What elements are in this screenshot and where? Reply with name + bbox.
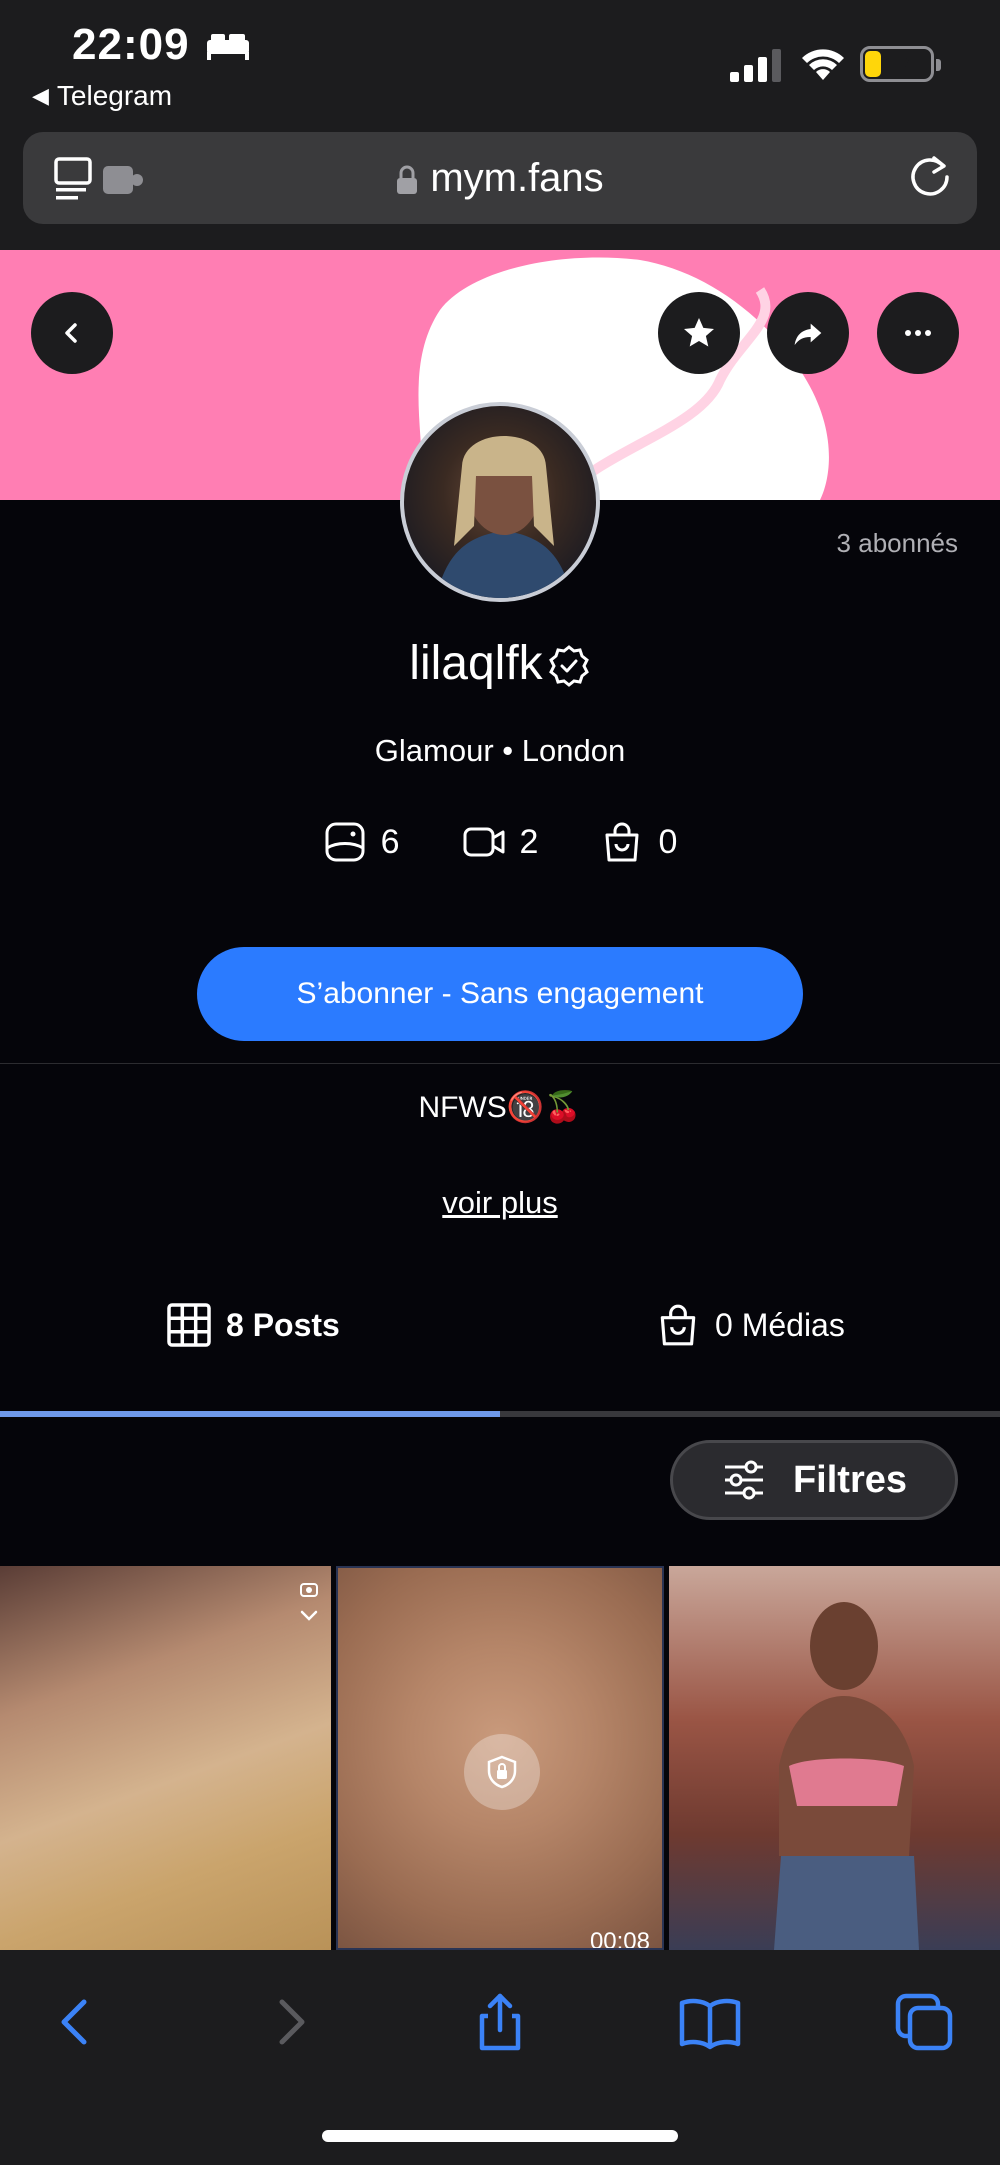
back-triangle-icon: ◀ [32, 83, 49, 108]
tab-active-indicator [0, 1411, 500, 1417]
content-stats: 6 2 0 [0, 820, 1000, 864]
chevron-down-icon [300, 1610, 318, 1621]
filters-label: Filtres [792, 1458, 908, 1501]
lock-icon [397, 165, 418, 195]
more-dots-icon [905, 330, 931, 336]
locked-content-badge [464, 1734, 540, 1810]
subscriber-count: 3 abonnés [836, 528, 958, 558]
chevron-left-icon [65, 323, 77, 343]
posts-grid: 00:08 [0, 1566, 1000, 1950]
filters-button[interactable]: Filtres [670, 1440, 958, 1520]
reload-icon[interactable] [907, 154, 953, 200]
avatar[interactable] [400, 402, 600, 602]
gallery-icon [300, 1583, 318, 1597]
username-text: lilaqlfk [409, 637, 543, 690]
see-more-link[interactable]: voir plus [0, 1185, 1000, 1221]
cellular-signal-icon [730, 49, 781, 82]
post-tile[interactable] [669, 1566, 1000, 1950]
shopping-bag-icon [605, 822, 639, 862]
tab-media-label: 0 Médias [715, 1306, 845, 1343]
post-image [774, 1602, 919, 1950]
divider [0, 1063, 1000, 1064]
verified-badge-icon [548, 645, 589, 688]
tabs-icon[interactable] [892, 1990, 956, 2054]
url-text: mym.fans [430, 156, 604, 200]
back-to-app-link[interactable]: ◀ Telegram [32, 80, 172, 112]
image-icon [325, 822, 365, 862]
url-display[interactable]: mym.fans [23, 156, 977, 201]
photo-count: 6 [323, 820, 400, 864]
post-tile[interactable] [0, 1566, 331, 1950]
tab-media[interactable]: 0 Médias [655, 1302, 845, 1348]
status-bar: 22:09 ◀ Telegram 17 [0, 0, 1000, 130]
video-duration: 00:08 [589, 1928, 650, 1950]
locked-post-tile[interactable]: 00:08 [336, 1566, 664, 1950]
address-bar[interactable]: mym.fans [23, 132, 977, 224]
share-button[interactable] [767, 292, 849, 374]
share-arrow-icon [794, 323, 822, 345]
profile-bio: NFWS🔞🍒 [418, 1091, 582, 1124]
tab-posts[interactable]: 8 Posts [166, 1302, 340, 1348]
more-options-button[interactable] [877, 292, 959, 374]
profile-username: lilaqlfk [0, 636, 1000, 691]
favorite-button[interactable] [658, 292, 740, 374]
shopping-bag-icon [660, 1304, 696, 1346]
shield-lock-icon [487, 1755, 517, 1789]
avatar-image [435, 436, 573, 598]
subscribe-button[interactable]: S’abonner - Sans engagement [197, 947, 803, 1041]
sleep-focus-icon [207, 34, 249, 60]
browser-chrome: mym.fans [0, 130, 1000, 250]
video-count: 2 [462, 820, 538, 864]
tab-posts-label: 8 Posts [226, 1306, 340, 1343]
wifi-icon [802, 49, 844, 80]
back-button[interactable] [31, 292, 113, 374]
forward-arrow-icon[interactable] [258, 1990, 322, 2054]
bookmarks-icon[interactable] [678, 1990, 742, 2054]
star-icon [684, 318, 714, 347]
profile-tagline: Glamour • London [374, 733, 626, 768]
battery-level: 17 [882, 49, 912, 79]
home-indicator[interactable] [322, 2130, 678, 2142]
grid-icon [167, 1303, 211, 1347]
back-arrow-icon[interactable] [44, 1990, 108, 2054]
battery-indicator: 17 [860, 46, 941, 82]
clock: 22:09 [72, 20, 190, 69]
share-icon[interactable] [468, 1990, 532, 2054]
sliders-icon [724, 1460, 763, 1500]
product-count: 0 [600, 820, 677, 864]
video-camera-icon [463, 827, 505, 857]
back-app-label: Telegram [56, 80, 173, 111]
